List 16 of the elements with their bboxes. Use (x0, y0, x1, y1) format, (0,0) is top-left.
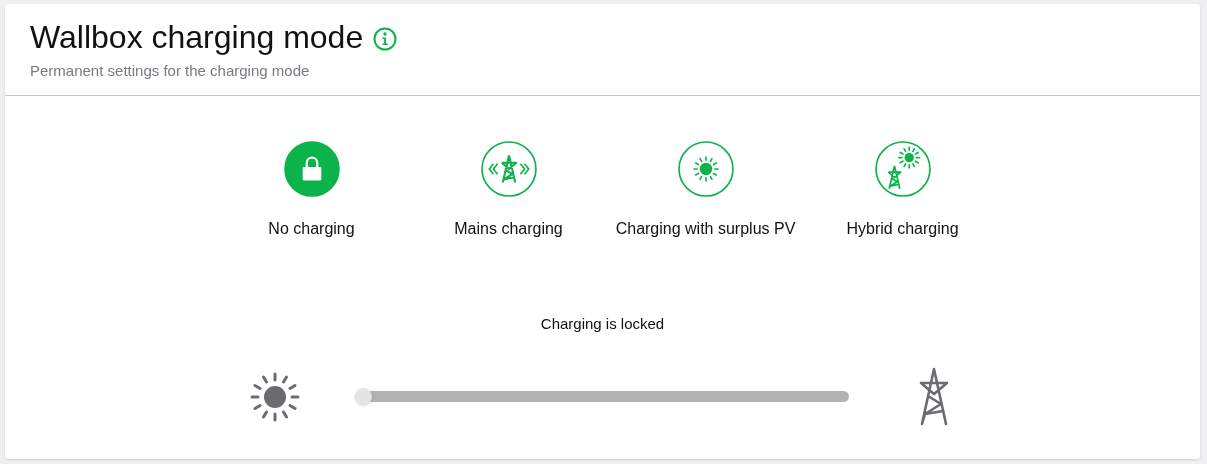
slider-caption: Charging is locked (539, 314, 666, 334)
mode-button[interactable] (480, 141, 537, 197)
mode-button[interactable] (677, 141, 734, 197)
slider-track[interactable] (355, 391, 849, 402)
mode-label[interactable]: No charging (268, 217, 355, 241)
pylon-icon (917, 365, 951, 428)
slider-thumb[interactable] (355, 388, 372, 405)
mode-label[interactable]: Hybrid charging (846, 217, 959, 241)
mode-label[interactable]: Charging with surplus PV (615, 217, 796, 241)
panel-subtitle: Permanent settings for the charging mode (30, 61, 311, 81)
panel-title: Wallbox charging mode (30, 18, 364, 56)
mode-button[interactable] (283, 141, 340, 197)
mode-label[interactable]: Mains charging (454, 217, 563, 241)
mode-button[interactable] (874, 141, 931, 197)
info-icon[interactable] (373, 27, 398, 51)
sun-icon (249, 370, 301, 423)
